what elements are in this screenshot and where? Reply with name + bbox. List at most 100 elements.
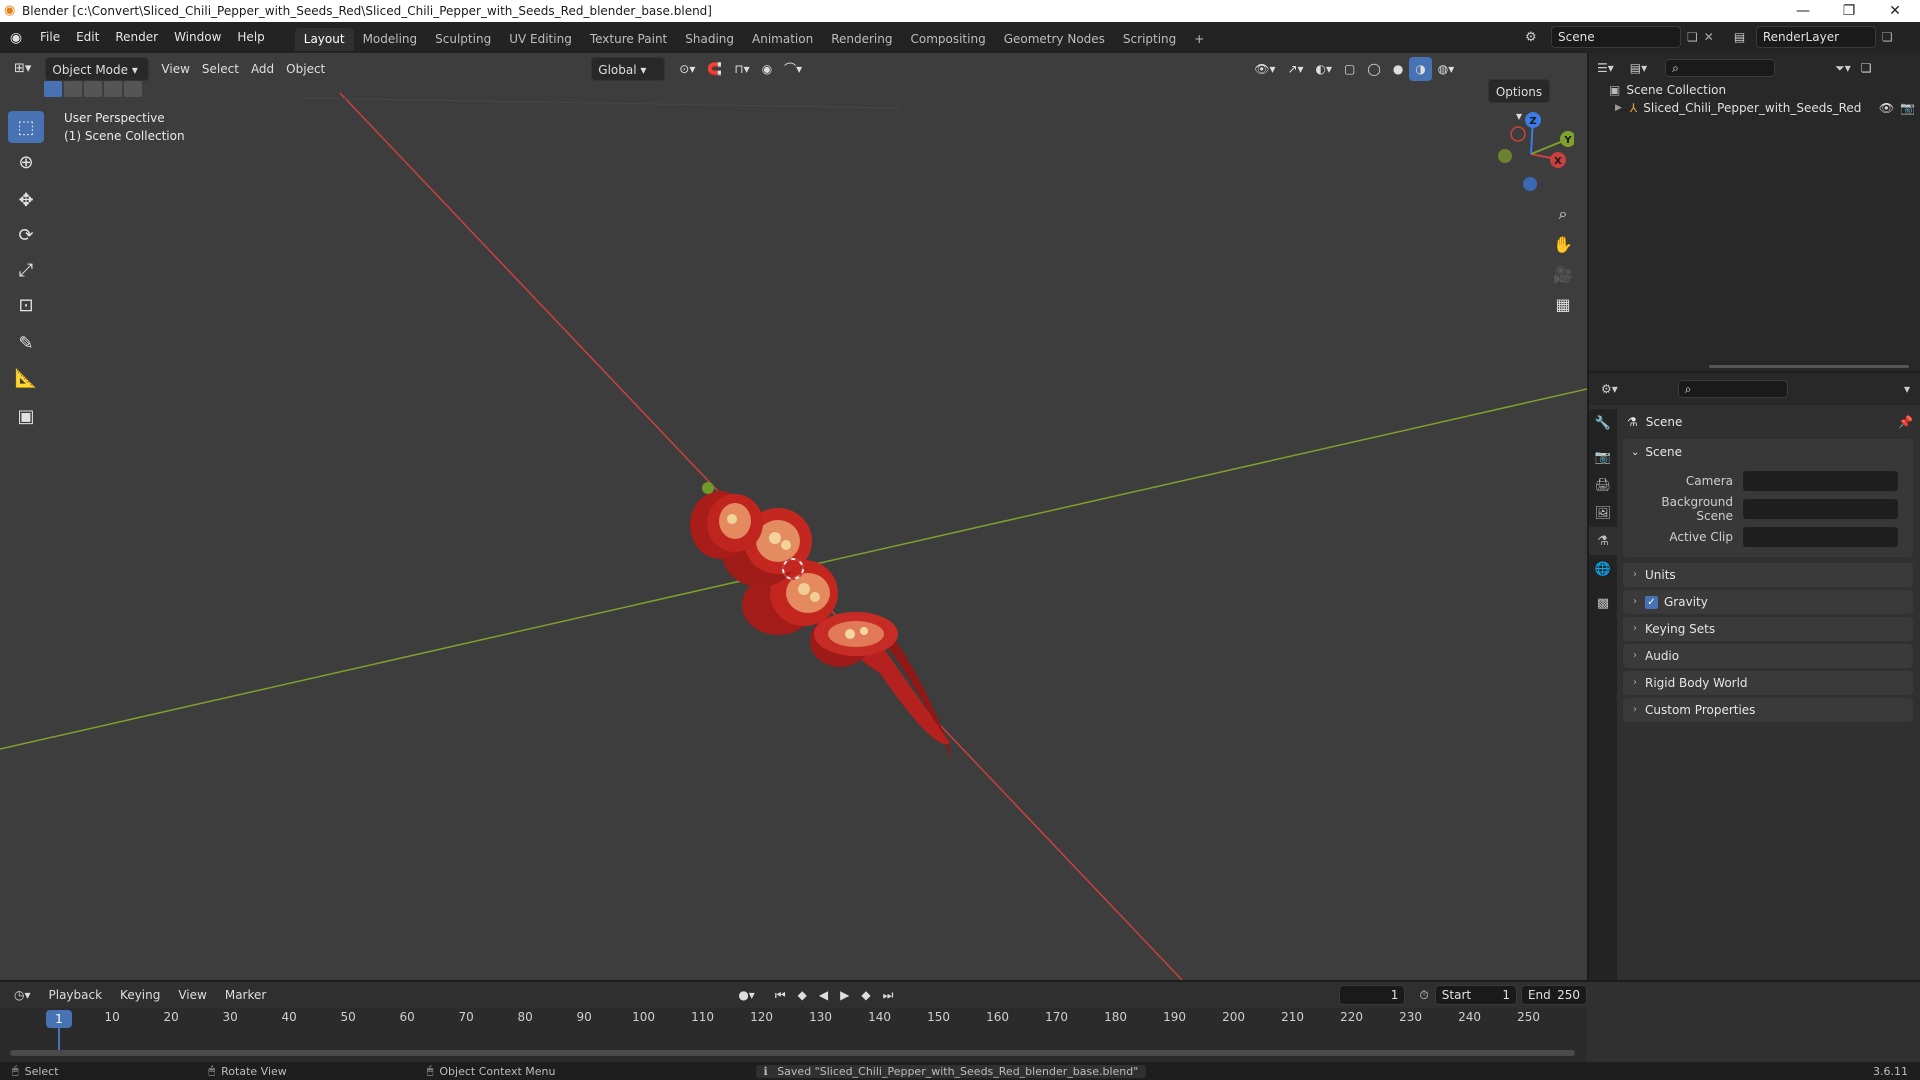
panel-custom-properties[interactable]: › Custom Properties: [1623, 698, 1913, 722]
xray-icon[interactable]: ▢: [1338, 57, 1361, 81]
tab-animation[interactable]: Animation: [743, 28, 822, 51]
tab-compositing[interactable]: Compositing: [901, 28, 994, 51]
menu-window[interactable]: Window: [166, 22, 229, 53]
pan-hand-icon[interactable]: ✋: [1548, 229, 1578, 259]
annotate-tool-icon[interactable]: ✎: [8, 327, 44, 359]
tab-shading[interactable]: Shading: [676, 28, 743, 51]
render-tab-icon[interactable]: 📷: [1589, 443, 1617, 471]
expand-arrow-icon[interactable]: ▶: [1615, 103, 1622, 113]
outliner-item[interactable]: ▶ ⅄ Sliced_Chili_Pepper_with_Seeds_Red 👁…: [1615, 101, 1915, 115]
rendered-shading-icon[interactable]: ◍▾: [1432, 57, 1461, 81]
properties-options-icon[interactable]: ▾: [1904, 382, 1910, 396]
tab-sculpting[interactable]: Sculpting: [426, 28, 500, 51]
panel-keying-sets[interactable]: › Keying Sets: [1623, 617, 1913, 641]
render-layer-icon[interactable]: ▤: [1734, 30, 1756, 44]
scene-tab-icon[interactable]: ⚗: [1589, 527, 1617, 555]
tab-texture-paint[interactable]: Texture Paint: [581, 28, 676, 51]
maximize-button[interactable]: ❐: [1826, 0, 1872, 22]
new-scene-icon[interactable]: ❏: [1687, 30, 1698, 44]
options-dropdown[interactable]: Options ▾: [1488, 79, 1550, 123]
select-invert-icon[interactable]: [104, 81, 122, 97]
property-value[interactable]: [1743, 527, 1898, 547]
outliner-editor-icon[interactable]: ☰▾: [1597, 61, 1614, 75]
properties-search-input[interactable]: ⌕: [1677, 380, 1788, 398]
panel-gravity[interactable]: › ✓ Gravity: [1623, 590, 1913, 614]
menu-file[interactable]: File: [32, 22, 68, 53]
minimize-button[interactable]: —: [1780, 0, 1826, 22]
panel-rigid-body-world[interactable]: › Rigid Body World: [1623, 671, 1913, 695]
blender-menu-icon[interactable]: ◉: [0, 30, 32, 46]
viewport-menu-object[interactable]: Object: [280, 57, 331, 81]
select-box-tool-icon[interactable]: ⬚: [8, 111, 44, 143]
overlay-toggle-icon[interactable]: ◐▾: [1310, 57, 1339, 81]
3d-viewport[interactable]: ⊞▾ Object Mode ▾ View Select Add Object Glo…: [0, 53, 1587, 980]
camera-render-icon[interactable]: 📷: [1900, 101, 1915, 115]
viewport-menu-add[interactable]: Add: [245, 57, 280, 81]
menu-render[interactable]: Render: [107, 22, 166, 53]
scale-tool-icon[interactable]: ⤢: [8, 254, 44, 286]
transform-orientation-dropdown[interactable]: Global ▾: [591, 57, 666, 81]
scene-collection-row[interactable]: ▣ Scene Collection: [1609, 83, 1726, 97]
viewport-menu-view[interactable]: View: [155, 57, 195, 81]
panel-audio[interactable]: › Audio: [1623, 644, 1913, 668]
display-mode-icon[interactable]: ▤▾: [1630, 61, 1647, 75]
eye-icon[interactable]: 👁: [1879, 101, 1894, 115]
tab-scripting[interactable]: Scripting: [1114, 28, 1185, 51]
outliner-scrollbar[interactable]: [1709, 365, 1909, 368]
tab-modeling[interactable]: Modeling: [354, 28, 427, 51]
view-layer-tab-icon[interactable]: 🖼: [1589, 499, 1617, 527]
filter-icon[interactable]: ⏷▾: [1835, 61, 1851, 76]
select-new-icon[interactable]: [44, 81, 62, 97]
tool-tab-icon[interactable]: 🔧: [1589, 409, 1617, 437]
falloff-icon[interactable]: ⌒▾: [778, 57, 808, 81]
viewport-menu-select[interactable]: Select: [196, 57, 245, 81]
zoom-icon[interactable]: ⌕: [1548, 199, 1578, 229]
property-value[interactable]: [1743, 471, 1898, 491]
checkbox-icon[interactable]: ✓: [1645, 595, 1658, 609]
rotate-tool-icon[interactable]: ⟳: [8, 219, 44, 251]
perspective-toggle-icon[interactable]: ▦: [1548, 289, 1578, 319]
delete-scene-icon[interactable]: ✕: [1704, 30, 1714, 44]
new-layer-icon[interactable]: ❏: [1882, 30, 1893, 44]
close-button[interactable]: ✕: [1872, 0, 1918, 22]
camera-view-icon[interactable]: 🎥: [1548, 259, 1578, 289]
add-workspace-button[interactable]: +: [1185, 28, 1213, 51]
properties-editor-icon[interactable]: ⚙▾: [1601, 382, 1618, 396]
select-subtract-icon[interactable]: [84, 81, 102, 97]
cursor-tool-icon[interactable]: ⊕: [8, 146, 44, 178]
scene-icon[interactable]: ⚙: [1525, 30, 1551, 45]
move-tool-icon[interactable]: ✥: [8, 184, 44, 216]
select-intersect-icon[interactable]: [124, 81, 142, 97]
add-cube-tool-icon[interactable]: ▣: [8, 400, 44, 432]
scene-selector[interactable]: Scene: [1551, 26, 1681, 48]
transform-tool-icon[interactable]: ⊡: [8, 289, 44, 321]
new-collection-icon[interactable]: ❏: [1861, 61, 1872, 75]
snap-icon[interactable]: 🧲: [701, 57, 728, 81]
wireframe-shading-icon[interactable]: ◯: [1361, 57, 1386, 81]
measure-tool-icon[interactable]: 📐: [8, 362, 44, 394]
world-tab-icon[interactable]: 🌐: [1589, 555, 1617, 583]
object-mode-dropdown[interactable]: Object Mode ▾: [45, 57, 150, 81]
proportional-edit-icon[interactable]: ◉: [756, 57, 778, 81]
timeline-scrollbar[interactable]: [10, 1050, 1575, 1056]
tab-uv-editing[interactable]: UV Editing: [500, 28, 581, 51]
pivot-icon[interactable]: ⊙▾: [673, 57, 701, 81]
solid-shading-icon[interactable]: ●: [1387, 57, 1409, 81]
panel-units[interactable]: › Units: [1623, 563, 1913, 587]
tab-layout[interactable]: Layout: [294, 28, 354, 51]
menu-help[interactable]: Help: [229, 22, 272, 53]
material-shading-icon[interactable]: ◑: [1409, 57, 1432, 81]
visibility-icon[interactable]: 👁▾: [1248, 57, 1281, 81]
output-tab-icon[interactable]: 🖨: [1589, 471, 1617, 499]
select-extend-icon[interactable]: [64, 81, 82, 97]
render-layer-selector[interactable]: RenderLayer: [1755, 26, 1876, 48]
pin-icon[interactable]: 📌: [1898, 415, 1913, 429]
menu-edit[interactable]: Edit: [68, 22, 107, 53]
snap-target-icon[interactable]: ⊓▾: [728, 57, 755, 81]
texture-tab-icon[interactable]: ▩: [1589, 589, 1617, 617]
gizmo-toggle-icon[interactable]: ↗▾: [1281, 57, 1309, 81]
property-value[interactable]: [1743, 499, 1898, 519]
playhead[interactable]: 1: [46, 1010, 72, 1028]
navigation-gizmo[interactable]: X Y Z: [1488, 111, 1574, 197]
editor-type-icon[interactable]: ⊞▾: [8, 57, 37, 81]
